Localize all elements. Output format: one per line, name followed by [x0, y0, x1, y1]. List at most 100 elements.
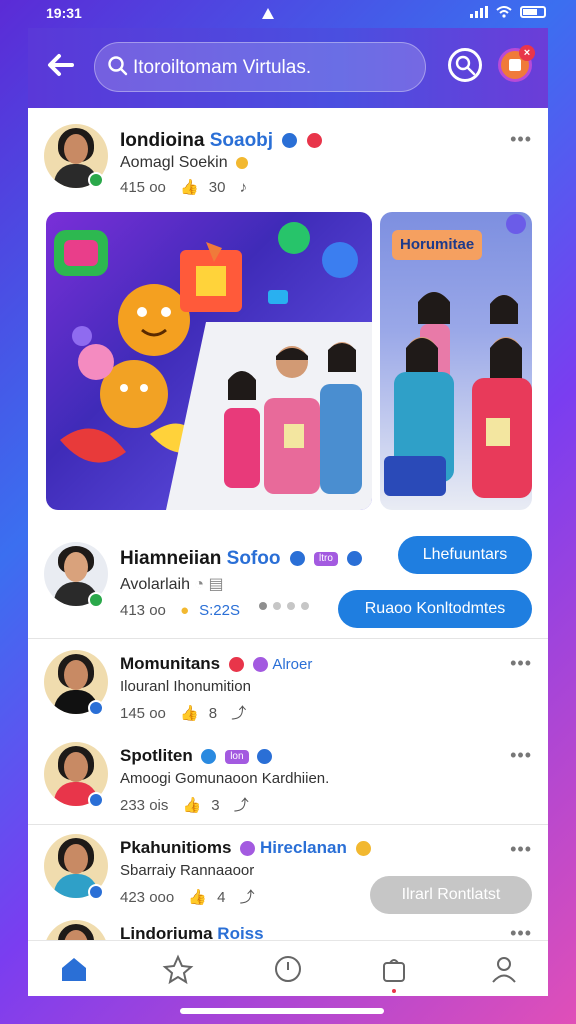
- back-button[interactable]: [42, 50, 78, 86]
- status-bar: 19:31: [0, 0, 576, 28]
- verified-icon: [282, 133, 298, 149]
- tag-pill: lon: [225, 749, 249, 764]
- status-badge: [88, 884, 104, 900]
- search-icon: [108, 56, 128, 76]
- like-count: 3: [211, 797, 220, 814]
- medal-icon: [236, 156, 249, 169]
- status-badge: [88, 700, 104, 716]
- badge-icon: [252, 657, 268, 673]
- like-count: 4: [217, 889, 226, 906]
- share-icon[interactable]: ⤴: [231, 705, 246, 722]
- more-options-icon[interactable]: •••: [508, 924, 532, 940]
- battery-icon: [520, 6, 546, 18]
- clock-icon: ◔: [194, 576, 205, 593]
- check-icon: [347, 551, 363, 567]
- search-input[interactable]: Itoroiltomam Virtulas.: [94, 42, 426, 92]
- emoji-icon: [355, 841, 371, 857]
- post-stat-a: 233 ois: [120, 797, 169, 814]
- post-card: Spotliten lon Amoogi Gomunaoon Kardhiien…: [28, 738, 548, 824]
- action-button[interactable]: Ilrarl Rontlatst: [370, 876, 532, 914]
- post-stat-a: 415 oo: [120, 179, 166, 196]
- verified-icon: [289, 551, 305, 567]
- signal-icon: [470, 6, 488, 18]
- bottom-nav: [28, 940, 548, 996]
- notifications-button[interactable]: ×: [498, 45, 535, 82]
- gallery-image-side[interactable]: Horumitae: [380, 212, 532, 510]
- post-subtitle: Sbarraiy Rannaaoor: [120, 862, 255, 879]
- like-icon[interactable]: 👍: [183, 797, 202, 814]
- avatar[interactable]: [44, 920, 108, 940]
- share-icon[interactable]: ⤴: [240, 889, 255, 906]
- more-options-icon[interactable]: •••: [508, 840, 532, 858]
- check-icon: [257, 749, 273, 765]
- nav-favorites[interactable]: [162, 953, 194, 985]
- post-author[interactable]: Hiamneiian Sofoo ltro: [120, 548, 363, 570]
- profile-icon: [492, 957, 516, 983]
- like-count: 30: [208, 179, 226, 196]
- tag-pill: ltro: [314, 551, 338, 566]
- like-icon[interactable]: 👍: [188, 889, 207, 906]
- post-stat-b: S:22S: [199, 602, 240, 619]
- post-subtitle: Ilouranl Ihonumition: [120, 678, 251, 695]
- more-options-icon[interactable]: •••: [508, 130, 532, 148]
- heart-badge-icon: [306, 133, 322, 149]
- post-author[interactable]: Iondioina Soaobj: [120, 130, 322, 152]
- post-meta: 423 ooo 👍 4 ⤴: [120, 886, 265, 907]
- verified-icon: [201, 749, 217, 765]
- document-icon: ▤: [208, 576, 224, 593]
- nav-explore[interactable]: [272, 953, 304, 985]
- post-subtitle: Avolarlaih ◔ ▤: [120, 576, 224, 593]
- more-options-icon[interactable]: •••: [508, 654, 532, 672]
- post-stat-a: 423 ooo: [120, 889, 175, 906]
- home-icon: [62, 958, 86, 981]
- share-icon[interactable]: ⤴: [234, 797, 249, 814]
- like-icon[interactable]: 👍: [180, 179, 199, 196]
- post-card: Hiamneiian Sofoo ltro Avolarlaih ◔ ▤ 413…: [28, 536, 548, 640]
- post-subtitle: Aomagl Soekin: [120, 154, 249, 172]
- wifi-icon: [496, 6, 512, 18]
- status-icons: [470, 6, 546, 18]
- nav-home[interactable]: [58, 953, 90, 985]
- post-meta: 233 ois 👍 3 ⤴: [120, 794, 259, 815]
- post-card: Lindoriuma Roiss •••: [28, 920, 548, 940]
- top-bar: Itoroiltomam Virtulas. ×: [28, 28, 548, 108]
- post-author[interactable]: Spotliten lon: [120, 746, 273, 766]
- status-badge: [88, 792, 104, 808]
- nav-profile[interactable]: [488, 953, 520, 985]
- bag-icon: [383, 959, 405, 982]
- nav-indicator-dot: [392, 989, 396, 993]
- post-stat-a: 413 oo: [120, 602, 166, 619]
- music-icon: ♪: [239, 179, 248, 196]
- scan-button[interactable]: [448, 48, 482, 82]
- online-badge: [88, 592, 104, 608]
- post-subtitle: Amoogi Gomunaoon Kardhiien.: [120, 770, 330, 787]
- like-icon[interactable]: 👍: [180, 705, 199, 722]
- home-indicator[interactable]: [180, 1008, 384, 1014]
- post-meta: 413 oo ● S:22S: [120, 602, 250, 619]
- divider: [28, 638, 548, 639]
- emoji-icon: ●: [180, 602, 190, 619]
- gallery-image-main[interactable]: [46, 212, 372, 510]
- post-meta: 145 oo 👍 8 ⤴: [120, 702, 256, 723]
- nav-shop[interactable]: [378, 953, 410, 993]
- online-badge: [88, 172, 104, 188]
- post-author[interactable]: Pkahunitioms Hireclanan: [120, 838, 371, 858]
- like-count: 8: [208, 705, 218, 722]
- group-photo: [384, 214, 532, 498]
- post-author[interactable]: Momunitans Alroer: [120, 654, 312, 674]
- compass-icon: [275, 956, 301, 982]
- follow-button[interactable]: Lhefuuntars: [398, 536, 532, 574]
- post-stat-a: 145 oo: [120, 705, 166, 722]
- status-notch: [262, 8, 274, 19]
- more-options-icon[interactable]: •••: [508, 746, 532, 764]
- post-author[interactable]: Lindoriuma Roiss: [120, 924, 264, 940]
- illustration: [54, 222, 372, 510]
- post-meta: 415 oo 👍 30 ♪: [120, 178, 257, 196]
- post-card: Pkahunitioms Hireclanan Sbarraiy Rannaao…: [28, 832, 548, 918]
- star-icon: [162, 954, 194, 985]
- join-button[interactable]: Ruaoo Konltodmtes: [338, 590, 532, 628]
- back-arrow-icon: [48, 54, 74, 76]
- heart-badge-icon: [228, 657, 244, 673]
- search-query: Itoroiltomam Virtulas.: [133, 57, 312, 78]
- badge-icon: [240, 841, 256, 857]
